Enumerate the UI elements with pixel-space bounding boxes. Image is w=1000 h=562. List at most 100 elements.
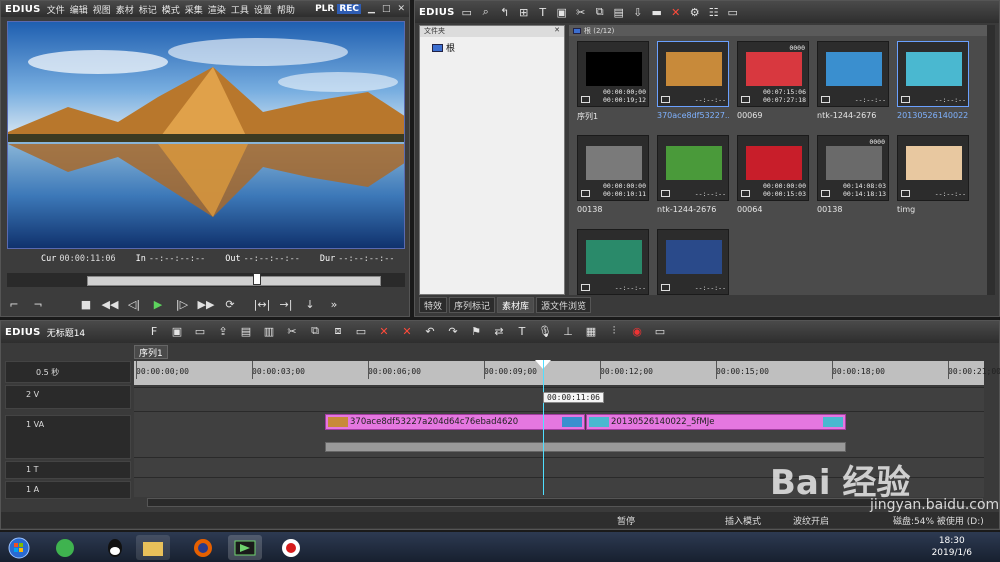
add-to-timeline-icon[interactable]: ⇩ [631,5,645,19]
menu-view[interactable]: 视图 [93,3,111,16]
capture-icon[interactable]: ▣ [555,5,569,19]
minimize-icon[interactable]: ▁ [368,4,375,14]
overwrite-icon[interactable]: ↓ [301,295,319,313]
search-icon[interactable]: ⌕ [479,5,493,19]
audio-waveform-strip[interactable] [325,442,846,452]
menu-render[interactable]: 渲染 [208,3,226,16]
multicam-icon[interactable]: ▦ [584,324,598,338]
timeline-clip[interactable]: 370ace8df53227a204d64c76ebad4620 [325,414,585,430]
folder-icon[interactable]: ▭ [460,5,474,19]
scrub-handle[interactable] [253,273,261,285]
close-icon[interactable]: ✕ [554,26,560,37]
link-icon[interactable]: ⇄ [492,324,506,338]
plr-button[interactable]: PLR [315,4,334,14]
taskbar-app-edius[interactable] [228,535,262,560]
layout-icon[interactable]: ▭ [653,324,667,338]
ripple-delete-icon[interactable]: ✕ [400,324,414,338]
insert-icon[interactable]: →| [277,295,295,313]
bin-clip[interactable]: --:--:-- 370ace8df53227... [657,41,729,127]
replace-icon[interactable]: ▭ [354,324,368,338]
start-button[interactable] [4,535,34,560]
stop-icon[interactable]: ■ [77,295,95,313]
export-icon[interactable]: ⇪ [216,324,230,338]
system-clock[interactable]: 18:30 2019/1/6 [932,535,972,559]
sync-icon[interactable]: ⊥ [561,324,575,338]
track-header-1t[interactable]: 1 T [5,461,131,479]
copy-icon[interactable]: ⧉ [308,324,322,338]
maximize-icon[interactable]: □ [382,4,391,14]
marker-icon[interactable]: ⚑ [469,324,483,338]
up-folder-icon[interactable]: ↰ [498,5,512,19]
track-header-1a[interactable]: 1 A [5,481,131,499]
set-out-icon[interactable]: ¬ [29,295,47,313]
mixer-icon[interactable]: ⫶ [607,324,621,338]
tab-sequence-markers[interactable]: 序列标记 [449,297,496,313]
taskbar-app-recorder[interactable] [274,535,308,560]
redo-icon[interactable]: ↷ [446,324,460,338]
bin-clip[interactable]: 00:00:00:00 00:00:10:11 00138 [577,135,649,221]
track-1va[interactable]: 370ace8df53227a204d64c76ebad4620 2013052… [134,411,984,457]
bin-clip[interactable]: --:--:-- timg [897,135,969,221]
track-header-2v[interactable]: 2 V [5,385,131,409]
bin-clip[interactable]: --:--:-- ntk-1244-2676 [817,41,889,127]
zoom-control[interactable]: 0.5 秒 [5,361,131,383]
bin-clip[interactable]: 0000 00:07:15:06 00:07:27:18 00069 [737,41,809,127]
playhead-line[interactable] [543,360,544,495]
step-forward-icon[interactable]: |▷ [173,295,191,313]
sequence-tab[interactable]: 序列1 [134,345,168,359]
tab-bin[interactable]: 素材库 [497,297,535,313]
record-icon[interactable]: ◉ [630,324,644,338]
bin-clip[interactable]: 00:00:00;00 00:00:19;12 序列1 [577,41,649,127]
delete-icon[interactable]: ✕ [669,5,683,19]
paste-icon[interactable]: ⧈ [331,324,345,338]
menu-tools[interactable]: 工具 [231,3,249,16]
render-icon[interactable]: ▥ [262,324,276,338]
open-project-icon[interactable]: ▣ [170,324,184,338]
title-icon[interactable]: T [536,5,550,19]
folder-root[interactable]: 根 [432,41,564,54]
timeline-ruler[interactable]: 00:00:00;00 00:00:03;00 00:00:06;00 00:00:0… [134,361,1000,385]
save-project-icon[interactable]: ▭ [193,324,207,338]
scrub-track[interactable] [87,276,381,286]
fast-forward-icon[interactable]: ▶▶ [197,295,215,313]
bin-clip[interactable]: 00:00:00:00 00:00:15:03 00064 [737,135,809,221]
track-header-1va[interactable]: 1 VA [5,415,131,459]
undo-icon[interactable]: ↶ [423,324,437,338]
copy-icon[interactable]: ⧉ [593,5,607,19]
match-frame-icon[interactable]: |↔| [253,295,271,313]
menu-mode[interactable]: 模式 [162,3,180,16]
menu-file[interactable]: 文件 [47,3,65,16]
timeline-clip[interactable]: 20130526140022_5fMJe [586,414,846,430]
paste-icon[interactable]: ▤ [612,5,626,19]
menu-marker[interactable]: 标记 [139,3,157,16]
taskbar-app-qq[interactable] [98,535,132,560]
rewind-icon[interactable]: ◀◀ [101,295,119,313]
menu-edit[interactable]: 编辑 [70,3,88,16]
bin-clip[interactable]: --:--:-- ntk-1244-2676 [657,135,729,221]
play-icon[interactable]: ▶ [149,295,167,313]
menu-settings[interactable]: 设置 [254,3,272,16]
taskbar-app-360[interactable] [48,535,82,560]
menu-clip[interactable]: 素材 [116,3,134,16]
player-icon[interactable]: ▬ [650,5,664,19]
cut-icon[interactable]: ✂ [285,324,299,338]
tab-source-browser[interactable]: 源文件浏览 [536,297,592,313]
taskbar-app-explorer[interactable] [136,535,170,560]
tab-effects[interactable]: 特效 [419,297,448,313]
loop-icon[interactable]: ⟳ [221,295,239,313]
set-in-icon[interactable]: ⌐ [5,295,23,313]
menu-capture[interactable]: 采集 [185,3,203,16]
new-sequence-icon[interactable]: F [147,324,161,338]
step-back-icon[interactable]: ◁| [125,295,143,313]
more-icon[interactable]: » [325,295,343,313]
view-icon[interactable]: ☷ [707,5,721,19]
title-icon[interactable]: T [515,324,529,338]
bin-scrollbar[interactable] [987,25,995,295]
rec-button[interactable]: REC [337,4,362,14]
save-icon[interactable]: ▤ [239,324,253,338]
new-folder-icon[interactable]: ⊞ [517,5,531,19]
microphone-icon[interactable]: 🎙 [538,324,552,338]
bin-clip[interactable]: --:--:-- 20130526140022... [897,41,969,127]
scrub-bar[interactable] [7,273,405,287]
delete-icon[interactable]: ✕ [377,324,391,338]
